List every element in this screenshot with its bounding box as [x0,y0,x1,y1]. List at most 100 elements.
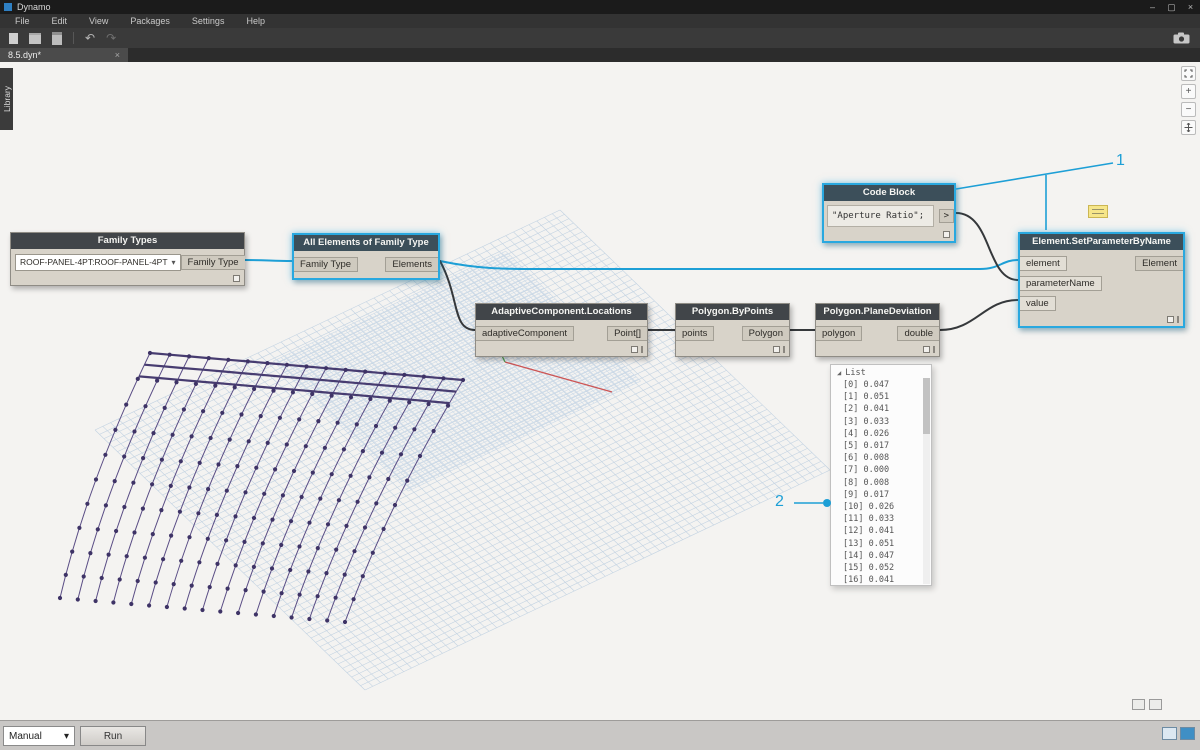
list-row: [9] 0.017 [831,489,931,501]
maximize-icon[interactable]: ▢ [1162,1,1181,14]
toolbar-separator [73,32,74,44]
port-in-family-type[interactable]: Family Type [294,257,358,272]
menu-file[interactable]: File [4,14,41,28]
lacing-icon[interactable] [923,346,930,353]
family-type-dropdown[interactable]: ROOF-PANEL-4PT:ROOF-PANEL-4PT ▾ [15,254,181,271]
save-icon[interactable] [52,32,62,45]
menu-packages[interactable]: Packages [119,14,181,28]
node-title: AdaptiveComponent.Locations [476,304,647,320]
minimize-icon[interactable]: – [1143,1,1162,14]
graph-view-icon[interactable] [1180,727,1195,740]
tab-close-icon[interactable]: × [115,50,120,60]
port-out-double[interactable]: double [897,326,939,341]
tab-strip: 8.5.dyn* × [0,48,1200,62]
port-out-points[interactable]: Point[] [607,326,647,341]
port-out-family-type[interactable]: Family Type [181,255,245,270]
list-row: [1] 0.051 [831,391,931,403]
port-in-element[interactable]: element [1020,256,1067,271]
zoom-out-button[interactable]: − [1181,102,1196,117]
list-row: [14] 0.047 [831,550,931,562]
menu-view[interactable]: View [78,14,119,28]
run-button[interactable]: Run [80,726,146,746]
code-text: "Aperture Ratio"; [828,211,928,221]
pan-button[interactable] [1181,120,1196,135]
node-title: All Elements of Family Type [294,235,438,251]
output-preview-panel: ◢ List [0] 0.047 [1] 0.051 [2] 0.041 [3]… [830,364,932,586]
canvas-corner-icons [1132,699,1162,710]
pin-icon [641,346,643,353]
expander-icon[interactable]: ◢ [837,369,841,377]
pin-icon [933,346,935,353]
pin-icon [1177,316,1179,323]
chevron-down-icon: ▾ [64,731,69,742]
chevron-down-icon: ▾ [172,258,176,267]
note-icon[interactable] [1088,205,1108,218]
node-title: Family Types [11,233,244,249]
redo-icon[interactable]: ↷ [106,32,116,44]
workspace-tab[interactable]: 8.5.dyn* × [0,48,128,62]
run-bar: Manual ▾ Run [0,720,1200,750]
list-row: [4] 0.026 [831,428,931,440]
node-adaptivecomponent-locations[interactable]: AdaptiveComponent.Locations adaptiveComp… [475,303,648,357]
canvas[interactable] [0,62,1200,720]
annotation-marker-2: 2 [775,493,784,511]
lacing-icon[interactable] [773,346,780,353]
list-row: [0] 0.047 [831,379,931,391]
port-in-polygon[interactable]: polygon [816,326,862,341]
new-file-icon[interactable] [9,33,18,44]
tab-label: 8.5.dyn* [8,50,41,60]
port-out-polygon[interactable]: Polygon [742,326,789,341]
preview-checkbox[interactable] [233,275,240,282]
node-polygon-bypoints[interactable]: Polygon.ByPoints points Polygon [675,303,790,357]
port-in-adaptivecomponent[interactable]: adaptiveComponent [476,326,574,341]
preview-checkbox[interactable] [943,231,950,238]
title-bar: Dynamo – ▢ × [0,0,1200,14]
zoom-in-button[interactable]: + [1181,84,1196,99]
node-code-block[interactable]: Code Block "Aperture Ratio"; > [822,183,956,243]
menu-help[interactable]: Help [235,14,276,28]
node-polygon-planedeviation[interactable]: Polygon.PlaneDeviation polygon double [815,303,940,357]
code-block-editor[interactable]: "Aperture Ratio"; [827,205,934,227]
undo-icon[interactable]: ↶ [85,32,95,44]
library-flyout-tab[interactable]: Library [0,68,13,130]
list-row: [13] 0.051 [831,538,931,550]
node-all-elements-of-family-type[interactable]: All Elements of Family Type Family Type … [292,233,440,280]
run-mode-value: Manual [9,731,42,742]
scrollbar-thumb[interactable] [923,378,930,434]
preview-scrollbar[interactable] [923,378,930,584]
node-family-types[interactable]: Family Types ROOF-PANEL-4PT:ROOF-PANEL-4… [10,232,245,286]
zoom-fit-button[interactable] [1181,66,1196,81]
menu-settings[interactable]: Settings [181,14,236,28]
menu-edit[interactable]: Edit [41,14,79,28]
run-button-label: Run [104,731,122,742]
port-out-element[interactable]: Element [1135,256,1183,271]
list-row: [2] 0.041 [831,403,931,415]
port-in-parametername[interactable]: parameterName [1020,276,1102,291]
list-row: [15] 0.052 [831,562,931,574]
port-out-elements[interactable]: Elements [385,257,438,272]
open-file-icon[interactable] [29,33,41,44]
port-out-code[interactable]: > [939,209,954,223]
list-row: [16] 0.041 [831,574,931,586]
window-close-icon[interactable]: × [1181,1,1200,14]
run-mode-select[interactable]: Manual ▾ [3,726,75,746]
port-in-value[interactable]: value [1020,296,1056,311]
background-preview-icon[interactable] [1132,699,1145,710]
node-title: Code Block [824,185,954,201]
node-element-setparameterbyname[interactable]: Element.SetParameterByName element Eleme… [1018,232,1185,328]
library-label: Library [2,86,12,112]
annotation-marker-1: 1 [1116,152,1125,170]
geometry-view-icon[interactable] [1162,727,1177,740]
node-title: Element.SetParameterByName [1020,234,1183,250]
geometry-preview-icon[interactable] [1149,699,1162,710]
toolbar: ↶ ↷ [0,28,1200,48]
list-row: [3] 0.033 [831,416,931,428]
node-title: Polygon.ByPoints [676,304,789,320]
lacing-icon[interactable] [631,346,638,353]
port-in-points[interactable]: points [676,326,714,341]
list-row: [8] 0.008 [831,477,931,489]
lacing-icon[interactable] [1167,316,1174,323]
zoom-toolbar: + − [1181,66,1197,135]
export-image-camera-icon[interactable] [1173,31,1190,49]
dropdown-value: ROOF-PANEL-4PT:ROOF-PANEL-4PT [20,257,168,267]
